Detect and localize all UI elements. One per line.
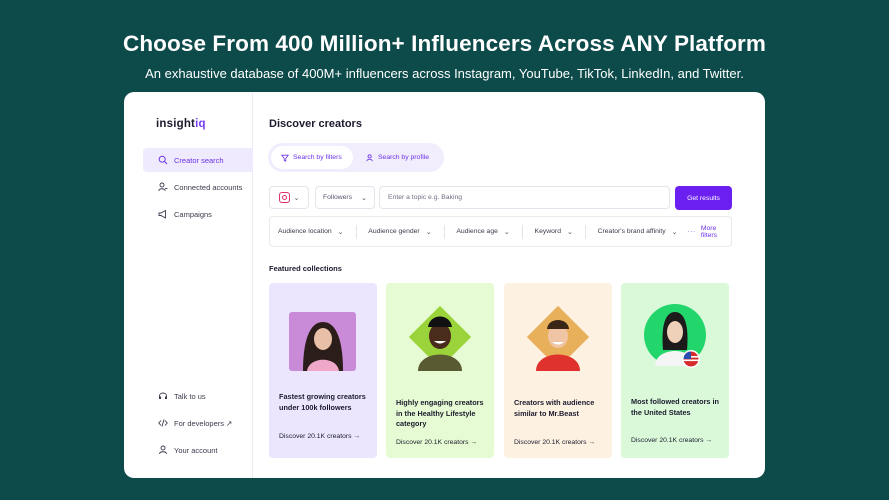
profile-search-icon (366, 153, 373, 161)
search-icon (157, 154, 169, 166)
platform-select[interactable]: ⌄ (269, 186, 309, 209)
featured-collections-title: Featured collections (269, 264, 342, 273)
filter-label: Keyword (534, 228, 561, 235)
sidebar-item-talk-to-us[interactable]: Talk to us (143, 384, 253, 408)
metric-select[interactable]: Followers ⌄ (315, 186, 375, 209)
tab-label: Search by profile (378, 154, 430, 161)
sidebar-item-for-developers[interactable]: For developers ↗ (143, 411, 253, 435)
app-window: insightiq Creator search Connected accou… (124, 92, 765, 478)
filter-label: Creator's brand affinity (597, 228, 666, 235)
sidebar-item-label: Your account (174, 445, 218, 455)
chevron-down-icon: ⌄ (425, 228, 432, 236)
collection-card[interactable]: Fastest growing creators under 100k foll… (269, 283, 377, 458)
sidebar-item-label: Campaigns (174, 209, 212, 219)
chevron-down-icon: ⌄ (337, 228, 344, 236)
discover-link[interactable]: Discover 20.1K creators → (279, 433, 360, 440)
sidebar-item-label: Creator search (174, 155, 224, 165)
collection-title: Creators with audience similar to Mr.Bea… (514, 398, 595, 418)
arrow-right-icon: → (588, 439, 596, 446)
creator-avatar (289, 312, 356, 371)
discover-link-label: Discover 20.1K creators (279, 433, 352, 440)
filter-audience-age[interactable]: Audience age ⌄ (456, 228, 509, 236)
filter-audience-gender[interactable]: Audience gender ⌄ (368, 228, 431, 236)
divider (584, 224, 586, 239)
chevron-down-icon: ⌄ (671, 228, 678, 236)
user-link-icon (157, 181, 169, 193)
filter-label: Audience gender (368, 228, 420, 235)
collection-card[interactable]: Most followed creators in the United Sta… (621, 283, 729, 458)
sidebar: insightiq Creator search Connected accou… (124, 92, 253, 478)
discover-link[interactable]: Discover 20.1K creators → (631, 437, 712, 444)
more-filters-button[interactable]: ··· More filters (688, 225, 723, 239)
chevron-down-icon: ⌄ (566, 228, 573, 236)
topic-search-input[interactable] (379, 186, 670, 209)
search-mode-toggle: Search by filters Search by profile (268, 143, 444, 172)
get-results-button[interactable]: Get results (675, 186, 732, 210)
filter-bar: Audience location ⌄ Audience gender ⌄ Audi… (269, 216, 732, 247)
sidebar-item-campaigns[interactable]: Campaigns (143, 202, 253, 226)
tab-search-by-profile[interactable]: Search by profile (356, 146, 441, 169)
divider (355, 224, 357, 239)
sidebar-item-creator-search[interactable]: Creator search (143, 148, 253, 172)
collection-title: Most followed creators in the United Sta… (631, 397, 719, 417)
creator-avatar (526, 305, 590, 371)
page-title: Discover creators (269, 118, 362, 130)
divider (443, 224, 445, 239)
more-dots-icon: ··· (687, 228, 696, 235)
logo-main: insight (156, 118, 196, 130)
creator-avatar (644, 304, 706, 368)
tab-label: Search by filters (293, 154, 342, 161)
logo-accent: iq (195, 118, 206, 130)
arrow-right-icon: → (470, 439, 478, 446)
code-icon (157, 417, 169, 429)
chevron-down-icon: ⌄ (503, 228, 510, 236)
filter-label: Audience age (456, 228, 498, 235)
tab-search-by-filters[interactable]: Search by filters (271, 146, 353, 169)
filter-label: Audience location (278, 228, 332, 235)
chevron-down-icon: ⌄ (361, 194, 367, 202)
sidebar-item-your-account[interactable]: Your account (143, 438, 253, 462)
creator-avatar (408, 305, 472, 371)
arrow-right-icon: → (705, 437, 713, 444)
filter-brand-affinity[interactable]: Creator's brand affinity ⌄ (598, 228, 678, 236)
collection-card[interactable]: Highly engaging creators in the Healthy … (386, 283, 494, 458)
metric-select-value: Followers (323, 194, 353, 201)
logo: insightiq (156, 118, 206, 130)
filter-icon (281, 154, 289, 162)
hero-subtitle: An exhaustive database of 400M+ influenc… (145, 66, 744, 81)
chevron-down-icon: ⌄ (293, 194, 300, 202)
user-icon (157, 444, 169, 456)
discover-link-label: Discover 20.1K creators (396, 439, 469, 446)
discover-link-label: Discover 20.1K creators (514, 439, 587, 446)
filter-keyword[interactable]: Keyword ⌄ (535, 228, 573, 236)
arrow-right-icon: → (353, 433, 361, 440)
megaphone-icon (157, 208, 169, 220)
divider (521, 224, 523, 239)
collection-title: Fastest growing creators under 100k foll… (279, 392, 366, 412)
sidebar-item-connected-accounts[interactable]: Connected accounts (143, 175, 253, 199)
sidebar-item-label: For developers ↗ (174, 418, 233, 428)
filter-audience-location[interactable]: Audience location ⌄ (278, 228, 344, 236)
discover-link[interactable]: Discover 20.1K creators → (514, 439, 595, 446)
more-filters-label: More filters (700, 224, 718, 239)
discover-link[interactable]: Discover 20.1K creators → (396, 439, 477, 446)
sidebar-item-label: Talk to us (174, 391, 206, 401)
collection-card[interactable]: Creators with audience similar to Mr.Bea… (504, 283, 612, 458)
hero-title: Choose From 400 Million+ Influencers Acr… (122, 31, 767, 56)
collection-title: Highly engaging creators in the Healthy … (396, 398, 484, 428)
main-content: Discover creators Search by filters Sear… (254, 92, 765, 478)
discover-link-label: Discover 20.1K creators (631, 437, 704, 444)
sidebar-item-label: Connected accounts (174, 182, 243, 192)
instagram-icon (278, 192, 290, 203)
headset-icon (157, 390, 169, 402)
